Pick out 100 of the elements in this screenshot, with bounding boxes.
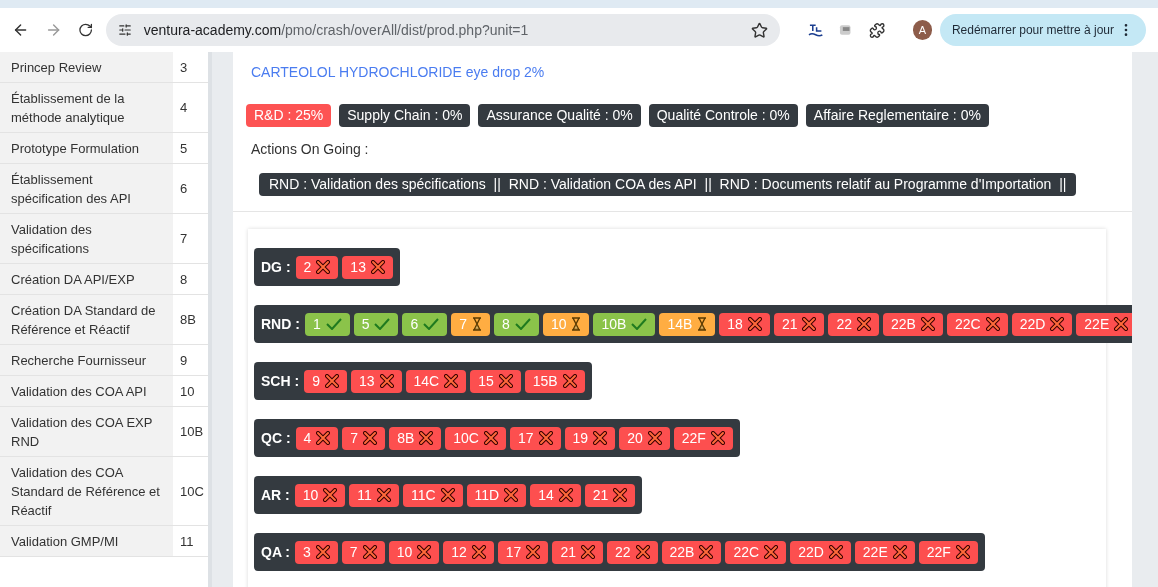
step-code-cell-text: 10B [179, 423, 205, 441]
translate-icon[interactable] [807, 23, 824, 37]
step-name-cell: Recherche Fournisseur [0, 345, 173, 375]
step-name-cell: Validation des COA API [0, 376, 173, 406]
task-badge[interactable]: 10 [542, 312, 590, 336]
task-badge[interactable]: 12 [443, 540, 494, 564]
avatar[interactable]: A [912, 20, 932, 40]
task-badge[interactable]: 9 [304, 369, 347, 393]
cross-icon [920, 317, 935, 331]
task-badge[interactable]: 2 [295, 255, 339, 279]
task-badge[interactable]: 8 [494, 312, 539, 336]
task-badge[interactable]: 22 [606, 540, 658, 564]
task-badge[interactable]: 11 [349, 483, 399, 507]
site-settings-icon[interactable] [117, 23, 132, 37]
step-code-cell-text: 8 [179, 270, 189, 289]
step-code-cell-text: 10 [179, 382, 196, 401]
task-badge[interactable]: 15 [470, 369, 521, 393]
step-name-cell: Établissement spécification des API [0, 164, 173, 213]
check-icon [325, 318, 342, 330]
check-icon [514, 318, 531, 330]
task-badge[interactable]: 22D [790, 540, 851, 564]
task-badge[interactable]: 10C [445, 426, 506, 450]
team-label: QC : [261, 428, 291, 448]
task-badge[interactable]: 22C [725, 540, 787, 564]
task-badge[interactable]: 19 [564, 426, 616, 450]
task-badge[interactable]: 5 [353, 312, 399, 336]
cross-icon [764, 545, 779, 559]
task-badge[interactable]: 20 [619, 426, 670, 450]
cross-icon [747, 317, 762, 331]
step-name-cell: Validation des COA Standard de Référence et Réactif [0, 457, 173, 525]
task-badge[interactable]: 22B [883, 312, 943, 336]
address-bar[interactable]: ventura-academy.com/pmo/crash/overAll/dist/prod.php?unit=1 [105, 14, 780, 46]
task-badge[interactable]: 15B [524, 369, 585, 393]
cross-icon [892, 545, 907, 559]
extension-icon[interactable] [839, 23, 853, 37]
step-code-cell-text: 4 [179, 99, 189, 117]
task-badge[interactable]: 7 [342, 426, 386, 450]
task-badge[interactable]: 14C [405, 369, 467, 393]
task-badge[interactable]: 7 [451, 312, 491, 336]
cross-icon [444, 374, 459, 388]
task-badge[interactable]: 7 [341, 540, 385, 564]
step-name-cell: Établissement de la méthode analytique [0, 83, 173, 132]
cross-icon [710, 431, 725, 445]
cross-icon [635, 545, 650, 559]
reload-icon[interactable] [78, 22, 94, 38]
cross-icon [857, 317, 872, 331]
task-badge[interactable]: 13 [350, 369, 402, 393]
step-name-cell: Validation des spécifications [0, 214, 173, 263]
task-badge[interactable]: 21 [552, 540, 603, 564]
hourglass-icon [697, 317, 708, 331]
step-code-cell-text: 10C [179, 482, 205, 501]
task-badge[interactable]: 17 [497, 540, 549, 564]
cross-icon [376, 488, 391, 502]
task-badge[interactable]: 14B [659, 312, 716, 336]
task-badge[interactable]: 21 [584, 483, 636, 507]
step-name-cell: Validation GMP/MI [0, 526, 173, 556]
cross-icon [802, 317, 817, 331]
cross-icon [593, 431, 608, 445]
task-badge[interactable]: 21 [773, 312, 825, 336]
task-badge[interactable]: 22E [1076, 312, 1132, 336]
task-badge[interactable]: 22D [1011, 312, 1073, 336]
cross-icon [324, 374, 339, 388]
cross-icon [985, 317, 1000, 331]
cross-icon [538, 431, 553, 445]
cross-icon [562, 374, 577, 388]
team-label: DG : [261, 257, 291, 277]
task-badge[interactable]: 18 [719, 312, 770, 336]
cross-icon [419, 431, 434, 445]
department-badge: Qualité Controle : 0% [648, 104, 798, 127]
extensions-icon[interactable] [868, 21, 885, 39]
task-badge[interactable]: 11C [402, 483, 463, 507]
cross-icon [613, 488, 628, 502]
task-badge[interactable]: 1 [304, 312, 350, 336]
cross-icon [316, 260, 331, 274]
task-badge[interactable]: 17 [509, 426, 561, 450]
task-badge[interactable]: 22F [918, 540, 978, 564]
task-badge[interactable]: 6 [402, 312, 448, 336]
task-badge[interactable]: 11D [466, 483, 527, 507]
task-badge[interactable]: 22E [854, 540, 915, 564]
task-badge[interactable]: 8B [389, 426, 442, 450]
update-button[interactable]: Redémarrer pour mettre à jour [939, 14, 1146, 46]
task-badge[interactable]: 3 [295, 540, 338, 564]
task-badge[interactable]: 22C [946, 312, 1008, 336]
task-badge[interactable]: 22 [828, 312, 880, 336]
step-name-cell: Création DA Standard de Référence et Réactif [0, 295, 173, 344]
cross-icon [504, 488, 519, 502]
team-label: QA : [261, 542, 291, 562]
cross-icon [370, 260, 385, 274]
department-badge: R&D : 25% [246, 104, 332, 127]
task-badge[interactable]: 14 [530, 483, 581, 507]
task-badge[interactable]: 10 [294, 483, 346, 507]
task-badge[interactable]: 4 [295, 426, 339, 450]
cross-icon [417, 545, 432, 559]
task-badge[interactable]: 22B [661, 540, 722, 564]
task-badge[interactable]: 10 [388, 540, 440, 564]
task-badge[interactable]: 22F [673, 426, 733, 450]
bookmark-star-icon[interactable] [750, 21, 768, 39]
task-badge[interactable]: 10B [593, 312, 656, 336]
task-badge[interactable]: 13 [342, 255, 393, 279]
step-name-cell: Princep Review [0, 52, 173, 82]
